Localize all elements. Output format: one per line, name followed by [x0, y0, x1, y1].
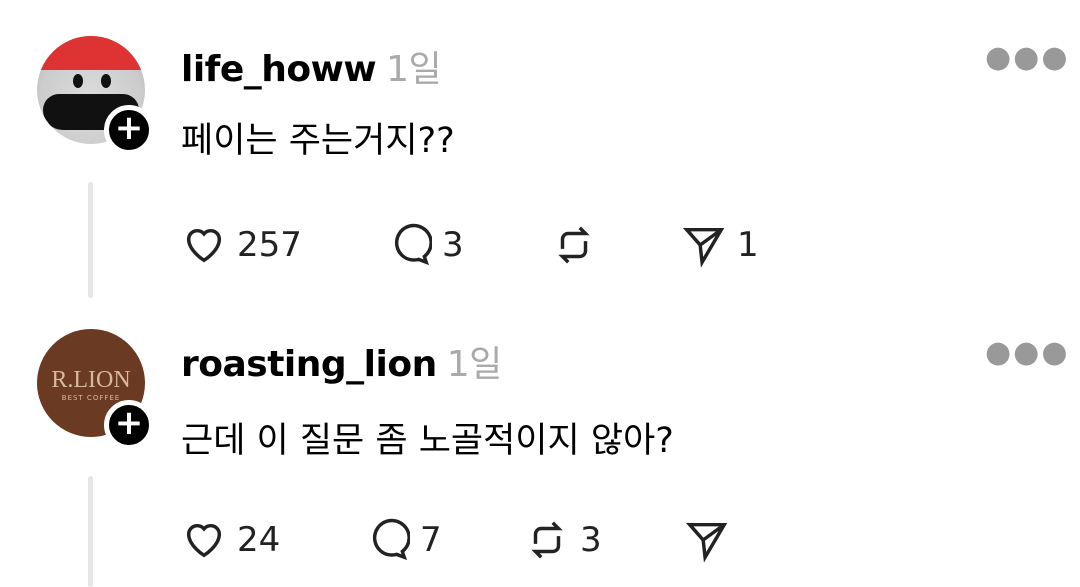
- share-count: 1: [737, 225, 759, 265]
- share-button[interactable]: [684, 517, 740, 563]
- comment-icon: [394, 223, 432, 266]
- action-bar: 257 3 1: [181, 222, 759, 268]
- repost-button[interactable]: 3: [524, 517, 684, 563]
- send-icon: [685, 522, 728, 563]
- heart-icon: [186, 228, 222, 263]
- more-icon[interactable]: ●●●: [985, 335, 1070, 370]
- follow-plus-icon[interactable]: +: [104, 105, 154, 155]
- comment-text: 근데 이 질문 좀 노골적이지 않아?: [181, 421, 674, 461]
- reply-button[interactable]: 7: [364, 517, 524, 563]
- reply-button[interactable]: 3: [386, 222, 551, 268]
- reply-count: 3: [442, 225, 464, 265]
- thread-line: [88, 182, 93, 298]
- username-link[interactable]: life_howw: [181, 49, 377, 90]
- follow-plus-icon[interactable]: +: [104, 400, 154, 450]
- like-button[interactable]: 257: [181, 222, 386, 268]
- repost-button[interactable]: [551, 222, 681, 268]
- heart-icon: [186, 523, 222, 558]
- username-link[interactable]: roasting_lion: [181, 344, 437, 385]
- repost-icon: [531, 521, 563, 559]
- share-button[interactable]: 1: [681, 222, 759, 268]
- repost-icon: [558, 226, 590, 264]
- username[interactable]: roasting_lion 1일: [181, 335, 502, 387]
- timestamp: 1일: [446, 344, 503, 385]
- reply-count: 7: [420, 520, 442, 560]
- like-count: 257: [237, 225, 302, 265]
- action-bar: 24 7 3: [181, 517, 740, 563]
- more-icon[interactable]: ●●●: [985, 40, 1070, 75]
- repost-count: 3: [580, 520, 602, 560]
- like-button[interactable]: 24: [181, 517, 364, 563]
- comment-text: 페이는 주는거지??: [181, 121, 455, 161]
- username[interactable]: life_howw 1일: [181, 40, 442, 92]
- timestamp: 1일: [386, 49, 442, 90]
- thread-line: [88, 476, 93, 587]
- avatar-logo-text: R.LION: [51, 367, 131, 393]
- send-icon: [682, 227, 725, 268]
- comment-icon: [372, 518, 410, 561]
- like-count: 24: [237, 520, 281, 560]
